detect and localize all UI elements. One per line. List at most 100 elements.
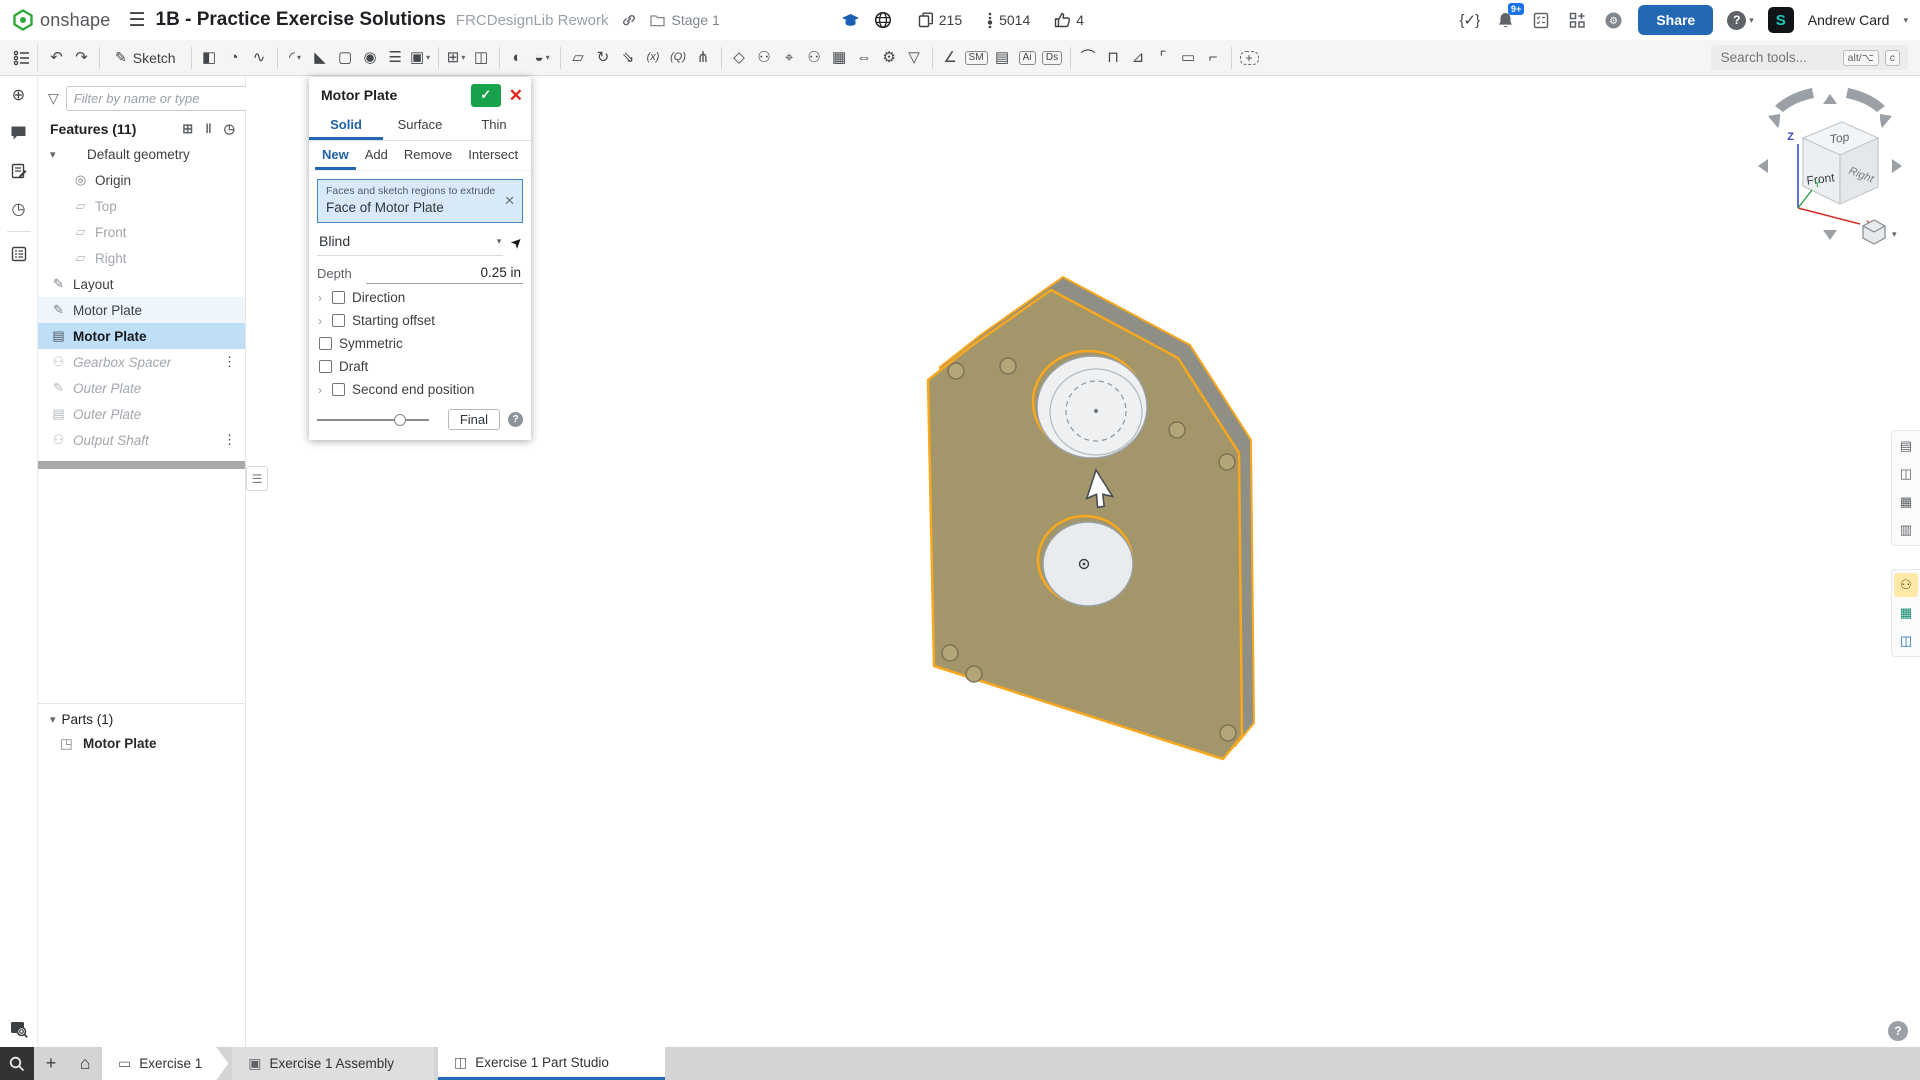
custom-feature-robot-icon[interactable]: ⚇ [802, 44, 827, 71]
redo-icon[interactable]: ↷ [69, 44, 94, 71]
variable-table-icon[interactable]: (Q) [666, 44, 691, 71]
option-checkbox[interactable] [319, 337, 332, 350]
new-folder-icon[interactable]: ⊞ [182, 121, 193, 137]
motor-hole[interactable] [1037, 356, 1147, 458]
corner-icon[interactable]: ⌜ [1151, 44, 1176, 71]
dialog-header[interactable]: Motor Plate ✓ ✕ [309, 77, 531, 113]
parts-header[interactable]: ▾ Parts (1) [38, 708, 245, 731]
shell-icon[interactable]: ▢ [333, 44, 358, 71]
boolean-op-new[interactable]: New [315, 141, 356, 170]
filter-input[interactable] [66, 86, 260, 111]
flat-pattern-icon[interactable]: ▭ [1176, 44, 1201, 71]
slider-handle[interactable] [394, 414, 406, 426]
tab-exercise-1-part-studio[interactable]: ◫ Exercise 1 Part Studio [438, 1047, 665, 1080]
cancel-x-button[interactable]: ✕ [509, 87, 523, 104]
tree-item-output-shaft[interactable]: ⚇ Output Shaft ⋮ [38, 427, 245, 453]
option-expander-icon[interactable]: › [318, 383, 331, 397]
breadcrumb[interactable]: Stage 1 [650, 12, 719, 28]
comments-icon[interactable] [9, 123, 29, 143]
part-motor-plate[interactable]: ◳ Motor Plate [38, 731, 245, 756]
search-tools-input[interactable] [1719, 49, 1837, 66]
home-icon[interactable]: ⌂ [68, 1047, 102, 1080]
thicken-icon[interactable]: ▣ [408, 44, 433, 71]
tab-search-icon[interactable] [0, 1047, 34, 1080]
public-globe-icon[interactable] [872, 9, 894, 31]
tree-item-layout-sketch[interactable]: ✎ Layout [38, 271, 245, 297]
transform-icon[interactable]: ⇔ [852, 44, 877, 71]
tree-item-motor-plate-sketch[interactable]: ✎ Motor Plate [38, 297, 245, 323]
option-checkbox[interactable] [319, 360, 332, 373]
chamfer-icon[interactable]: ◣ [308, 44, 333, 71]
apps-grid-icon[interactable] [1566, 9, 1588, 31]
option-checkbox[interactable] [332, 314, 345, 327]
tasks-icon[interactable] [1530, 9, 1552, 31]
tree-item-origin[interactable]: ◎ Origin [38, 167, 245, 193]
forks-stat[interactable]: 5014 [986, 12, 1030, 29]
appearance-icon[interactable]: ▦ [827, 44, 852, 71]
tree-item-top-plane[interactable]: ▱ Top [38, 193, 245, 219]
sheet-metal-table-icon[interactable]: ▤ [990, 44, 1015, 71]
clear-selection-icon[interactable]: ✕ [504, 193, 515, 209]
education-icon[interactable] [840, 9, 862, 31]
viewport-help-icon[interactable]: ? [1888, 1021, 1908, 1041]
display-options-icon[interactable]: ▤ [1894, 434, 1918, 458]
tree-item-motor-plate-extrude[interactable]: ▤ Motor Plate [38, 323, 245, 349]
rib-icon[interactable]: ☰ [383, 44, 408, 71]
dialog-help-icon[interactable]: ? [508, 412, 523, 427]
split-icon[interactable]: ◒ [530, 44, 555, 71]
view-cube-top-label[interactable]: Top [1829, 130, 1851, 147]
section-view-icon[interactable]: ◫ [1894, 462, 1918, 486]
onshape-logo[interactable]: onshape [12, 9, 110, 31]
confirm-check-button[interactable]: ✓ [471, 84, 501, 107]
boolean-op-remove[interactable]: Remove [397, 141, 459, 170]
tab-exercise-1-assembly[interactable]: ▣ Exercise 1 Assembly [232, 1047, 434, 1080]
help-menu[interactable]: ? ▾ [1727, 11, 1754, 30]
tab-exercise-1-folder[interactable]: ▭ Exercise 1 [102, 1047, 228, 1080]
boolean-op-add[interactable]: Add [358, 141, 395, 170]
insert-instance-icon[interactable]: ⊕ [9, 85, 29, 105]
option-expander-icon[interactable]: › [318, 291, 331, 305]
end-condition-dropdown[interactable]: Blind ▾ [317, 229, 503, 256]
notifications-bell-icon[interactable]: 9+ [1494, 9, 1516, 31]
custom-feature-robot-icon[interactable]: ⚇ [752, 44, 777, 71]
pin-icon[interactable]: ⌖ [777, 44, 802, 71]
sheet-metal-flange-icon[interactable]: ∠ [938, 44, 963, 71]
dialog-tab-thin[interactable]: Thin [457, 113, 531, 140]
primitive-icon[interactable]: ◇ [727, 44, 752, 71]
link-icon[interactable] [618, 9, 640, 31]
feature-list-toggle-icon[interactable] [6, 44, 38, 72]
direction-pick-arrow-icon[interactable]: ➤ [507, 232, 527, 252]
option-checkbox[interactable] [332, 291, 345, 304]
helix-icon[interactable]: ↻ [591, 44, 616, 71]
panel-resize-handle[interactable]: ☰ [246, 466, 268, 491]
motor-plate-part[interactable] [900, 270, 1280, 800]
option-checkbox[interactable] [332, 383, 345, 396]
tree-item-outer-plate-sketch[interactable]: ✎ Outer Plate [38, 375, 245, 401]
rollback-clock-icon[interactable]: ◷ [224, 121, 235, 137]
filter-feature-icon[interactable]: ▽ [902, 44, 927, 71]
release-notes-icon[interactable] [9, 161, 29, 181]
rollback-bar[interactable] [38, 461, 245, 469]
main-menu-icon[interactable]: ☰ [128, 9, 145, 32]
sheet-metal-model-icon[interactable]: SM [963, 44, 990, 71]
boolean-op-intersect[interactable]: Intersect [461, 141, 525, 170]
plane-icon[interactable]: ▱ [566, 44, 591, 71]
suppress-handle-icon[interactable]: ⋮ [223, 432, 235, 448]
linear-pattern-icon[interactable]: ⊞ [444, 44, 469, 71]
tree-item-right-plane[interactable]: ▱ Right [38, 245, 245, 271]
avatar[interactable]: S [1768, 7, 1794, 33]
mirror-icon[interactable]: ◫ [469, 44, 494, 71]
fold-icon[interactable]: ⊿ [1126, 44, 1151, 71]
rollback-slider[interactable] [317, 413, 429, 427]
mate-connector-icon[interactable]: ⋔ [691, 44, 716, 71]
versions-icon[interactable]: {✓} [1458, 9, 1480, 31]
bend-icon[interactable]: ⌒ [1076, 44, 1101, 71]
final-button[interactable]: Final [448, 409, 500, 430]
revolve-icon[interactable]: ◔ [222, 44, 247, 71]
ai-advisor-icon[interactable]: Ai [1015, 44, 1040, 71]
gear-feature-icon[interactable]: ⚙ [877, 44, 902, 71]
import-icon[interactable]: ⇘ [616, 44, 641, 71]
extrude-icon[interactable]: ◧ [197, 44, 222, 71]
view-options-cube-icon[interactable]: ▾ [1863, 220, 1897, 244]
tree-item-gearbox-spacer[interactable]: ⚇ Gearbox Spacer ⋮ [38, 349, 245, 375]
